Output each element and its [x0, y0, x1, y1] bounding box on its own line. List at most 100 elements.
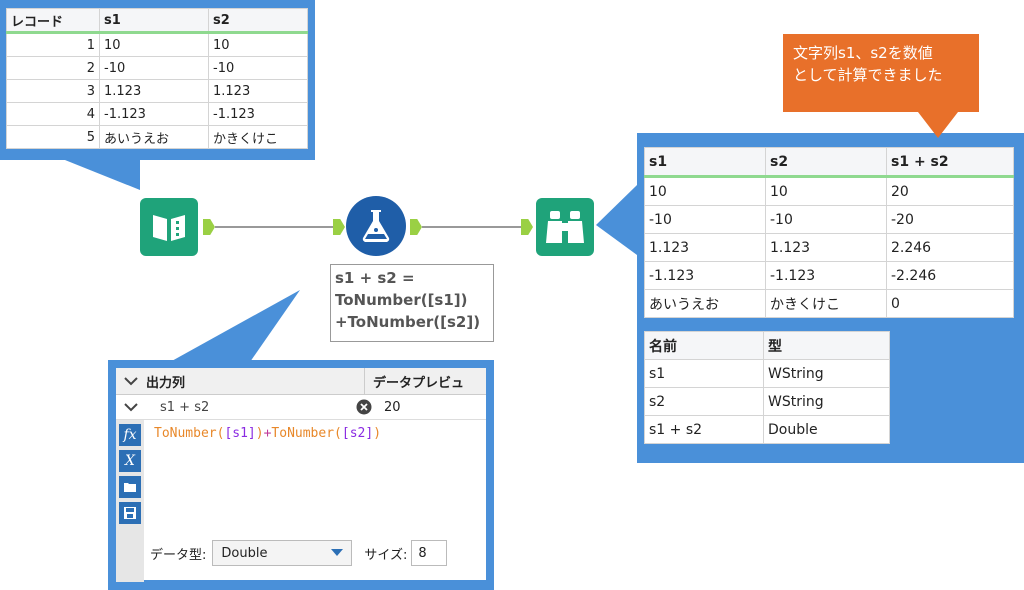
- book-icon: [153, 215, 185, 241]
- table-row: s1 WString: [644, 359, 890, 388]
- table-row: -10 -10 -20: [644, 205, 1014, 234]
- record-cell: 4: [6, 102, 100, 126]
- table-row: 5 あいうえお かきくけこ: [6, 125, 308, 149]
- callout-line: 文字列s1、s2を数値: [793, 44, 933, 62]
- formula-callout-pointer: [170, 290, 300, 362]
- expr-field: [s1]: [224, 426, 256, 441]
- table-row: 1.123 1.123 2.246: [644, 233, 1014, 262]
- browse-tool[interactable]: [536, 198, 594, 256]
- table-row: あいうえお かきくけこ 0: [644, 289, 1014, 318]
- formula-field-row[interactable]: s1 + s2 20: [116, 395, 486, 420]
- sum-cell: -2.246: [886, 261, 1014, 290]
- table-row: 4 -1.123 -1.123: [6, 102, 308, 126]
- function-icon[interactable]: fx: [119, 424, 141, 446]
- s2-cell: 10: [765, 176, 887, 206]
- callout-line: として計算できました: [793, 66, 943, 84]
- col-header-name: 名前: [644, 331, 764, 360]
- s2-cell: -10: [765, 205, 887, 234]
- record-cell: 1: [6, 32, 100, 57]
- result-callout: 文字列s1、s2を数値 として計算できました: [783, 34, 979, 112]
- result-callout-pointer: [918, 112, 958, 138]
- datatype-label: データ型:: [150, 547, 207, 563]
- s1-cell: -1.123: [644, 261, 766, 290]
- name-cell: s2: [644, 387, 764, 416]
- datatype-select[interactable]: Double: [212, 540, 353, 566]
- s2-cell: 10: [208, 32, 308, 57]
- size-label: サイズ:: [364, 547, 408, 563]
- col-header-s2: s2: [765, 147, 887, 178]
- col-header-s1: s1: [99, 8, 209, 34]
- annotation-line: +ToNumber([s2]): [335, 313, 481, 331]
- s1-cell: 10: [644, 176, 766, 206]
- table-row: 3 1.123 1.123: [6, 79, 308, 103]
- clear-icon[interactable]: [350, 399, 378, 415]
- formula-tool[interactable]: [346, 196, 406, 256]
- s1-cell: あいうえお: [644, 289, 766, 318]
- s2-cell: 1.123: [208, 79, 308, 103]
- sum-cell: 0: [886, 289, 1014, 318]
- binoculars-icon: [546, 211, 584, 243]
- col-header-output: 出力列: [146, 368, 365, 394]
- s2-cell: 1.123: [765, 233, 887, 262]
- type-cell: WString: [763, 387, 890, 416]
- s1-cell: -1.123: [99, 102, 209, 126]
- input-data-tool[interactable]: [140, 198, 198, 256]
- save-icon[interactable]: [119, 502, 141, 524]
- s1-cell: -10: [644, 205, 766, 234]
- variable-icon[interactable]: X: [119, 450, 141, 472]
- chevron-down-icon[interactable]: [116, 402, 146, 412]
- s1-cell: あいうえお: [99, 125, 209, 149]
- s2-cell: かきくけこ: [765, 289, 887, 318]
- expr-function: ToNumber(: [154, 426, 225, 441]
- s1-cell: 1.123: [99, 79, 209, 103]
- input-data-table: レコード s1 s2 1 10 10 2 -10 -10 3 1.123 1.1…: [6, 8, 308, 149]
- table-row: s1 + s2 Double: [644, 415, 890, 444]
- sum-cell: 2.246: [886, 233, 1014, 262]
- output-anchor[interactable]: [203, 219, 215, 235]
- expr-paren: ): [373, 426, 382, 441]
- expression-editor[interactable]: ToNumber([s1])+ToNumber([s2]) データ型: Doub…: [144, 420, 486, 582]
- table-row: 2 -10 -10: [6, 56, 308, 80]
- sum-cell: -20: [886, 205, 1014, 234]
- type-cell: WString: [763, 359, 890, 388]
- record-cell: 5: [6, 125, 100, 149]
- datatype-value: Double: [221, 545, 268, 561]
- expr-paren: ): [255, 426, 264, 441]
- name-cell: s1: [644, 359, 764, 388]
- formula-grid-header: 出力列 データプレビュ: [116, 368, 486, 395]
- record-cell: 2: [6, 56, 100, 80]
- connection-line: [422, 226, 522, 228]
- table-row: -1.123 -1.123 -2.246: [644, 261, 1014, 290]
- formula-annotation: s1 + s2 = ToNumber([s1]) +ToNumber([s2]): [330, 264, 494, 342]
- chevron-down-icon[interactable]: [116, 368, 146, 394]
- col-header-preview: データプレビュ: [373, 375, 465, 391]
- expr-function: ToNumber(: [271, 426, 342, 441]
- sum-cell: 20: [886, 176, 1014, 206]
- dropdown-arrow-icon: [331, 546, 344, 561]
- table-row: 10 10 20: [644, 176, 1014, 206]
- expression-text[interactable]: ToNumber([s1])+ToNumber([s2]): [154, 426, 381, 441]
- size-input[interactable]: 8: [411, 540, 448, 566]
- flask-icon: [362, 210, 390, 243]
- output-anchor[interactable]: [410, 219, 422, 235]
- s1-cell: 1.123: [644, 233, 766, 262]
- name-cell: s1 + s2: [644, 415, 764, 444]
- input-anchor[interactable]: [333, 219, 345, 235]
- annotation-line: s1 + s2 =: [335, 269, 415, 287]
- s1-cell: -10: [99, 56, 209, 80]
- col-header-sum: s1 + s2: [886, 147, 1014, 178]
- type-cell: Double: [763, 415, 890, 444]
- connection-line: [215, 226, 335, 228]
- col-header-record: レコード: [6, 8, 100, 34]
- col-header-s1: s1: [644, 147, 766, 178]
- input-anchor[interactable]: [521, 219, 533, 235]
- schema-table: 名前 型 s1 WString s2 WString s1 + s2 Doubl…: [644, 331, 890, 444]
- col-header-s2: s2: [208, 8, 308, 34]
- datatype-row: データ型: Double サイズ: 8: [150, 540, 448, 566]
- input-callout-pointer: [40, 150, 140, 190]
- col-header-type: 型: [763, 331, 890, 360]
- record-cell: 3: [6, 79, 100, 103]
- output-field-input[interactable]: s1 + s2: [146, 400, 350, 415]
- size-value: 8: [418, 545, 427, 561]
- open-folder-icon[interactable]: [119, 476, 141, 498]
